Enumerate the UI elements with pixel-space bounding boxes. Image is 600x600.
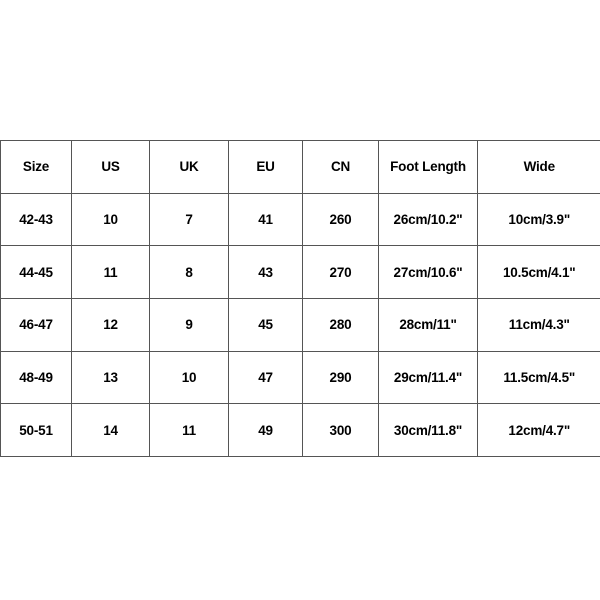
cell-wide: 10cm/3.9"	[477, 192, 600, 247]
column-header-us: US	[71, 140, 150, 194]
cell-size: 50-51	[0, 403, 72, 458]
cell-uk: 7	[149, 192, 229, 247]
size-chart-page: Size US UK EU CN Foot Length Wide 42-43 …	[0, 0, 600, 600]
cell-wide: 10.5cm/4.1"	[477, 245, 600, 300]
cell-uk: 11	[149, 403, 229, 458]
cell-wide: 11cm/4.3"	[477, 298, 600, 352]
cell-uk: 8	[149, 245, 229, 300]
table-row: 46-47 12 9 45 280 28cm/11" 11cm/4.3"	[0, 298, 600, 352]
cell-cn: 290	[302, 350, 379, 405]
cell-us: 10	[71, 192, 150, 247]
cell-eu: 43	[228, 245, 303, 300]
cell-uk: 10	[149, 350, 229, 405]
table-row: 48-49 13 10 47 290 29cm/11.4" 11.5cm/4.5…	[0, 350, 600, 405]
column-header-wide: Wide	[477, 140, 600, 194]
column-header-size: Size	[0, 140, 72, 194]
cell-us: 13	[71, 350, 150, 405]
cell-us: 14	[71, 403, 150, 458]
cell-eu: 45	[228, 298, 303, 352]
cell-eu: 49	[228, 403, 303, 458]
cell-us: 11	[71, 245, 150, 300]
cell-foot-length: 27cm/10.6"	[378, 245, 478, 300]
cell-size: 44-45	[0, 245, 72, 300]
table-row: 50-51 14 11 49 300 30cm/11.8" 12cm/4.7"	[0, 403, 600, 458]
cell-cn: 260	[302, 192, 379, 247]
column-header-foot-length: Foot Length	[378, 140, 478, 194]
table-header: Size US UK EU CN Foot Length Wide	[0, 140, 600, 194]
cell-eu: 41	[228, 192, 303, 247]
cell-uk: 9	[149, 298, 229, 352]
cell-foot-length: 30cm/11.8"	[378, 403, 478, 458]
cell-us: 12	[71, 298, 150, 352]
cell-cn: 300	[302, 403, 379, 458]
cell-wide: 12cm/4.7"	[477, 403, 600, 458]
size-chart-container: Size US UK EU CN Foot Length Wide 42-43 …	[0, 140, 600, 458]
table-body: 42-43 10 7 41 260 26cm/10.2" 10cm/3.9" 4…	[0, 192, 600, 458]
cell-foot-length: 26cm/10.2"	[378, 192, 478, 247]
cell-cn: 270	[302, 245, 379, 300]
cell-foot-length: 28cm/11"	[378, 298, 478, 352]
column-header-cn: CN	[302, 140, 379, 194]
cell-eu: 47	[228, 350, 303, 405]
cell-size: 42-43	[0, 192, 72, 247]
column-header-uk: UK	[149, 140, 229, 194]
cell-cn: 280	[302, 298, 379, 352]
table-row: 42-43 10 7 41 260 26cm/10.2" 10cm/3.9"	[0, 192, 600, 247]
size-chart-table: Size US UK EU CN Foot Length Wide 42-43 …	[0, 140, 600, 458]
column-header-eu: EU	[228, 140, 303, 194]
cell-foot-length: 29cm/11.4"	[378, 350, 478, 405]
cell-size: 48-49	[0, 350, 72, 405]
table-row: 44-45 11 8 43 270 27cm/10.6" 10.5cm/4.1"	[0, 245, 600, 300]
cell-wide: 11.5cm/4.5"	[477, 350, 600, 405]
table-header-row: Size US UK EU CN Foot Length Wide	[0, 140, 600, 194]
cell-size: 46-47	[0, 298, 72, 352]
